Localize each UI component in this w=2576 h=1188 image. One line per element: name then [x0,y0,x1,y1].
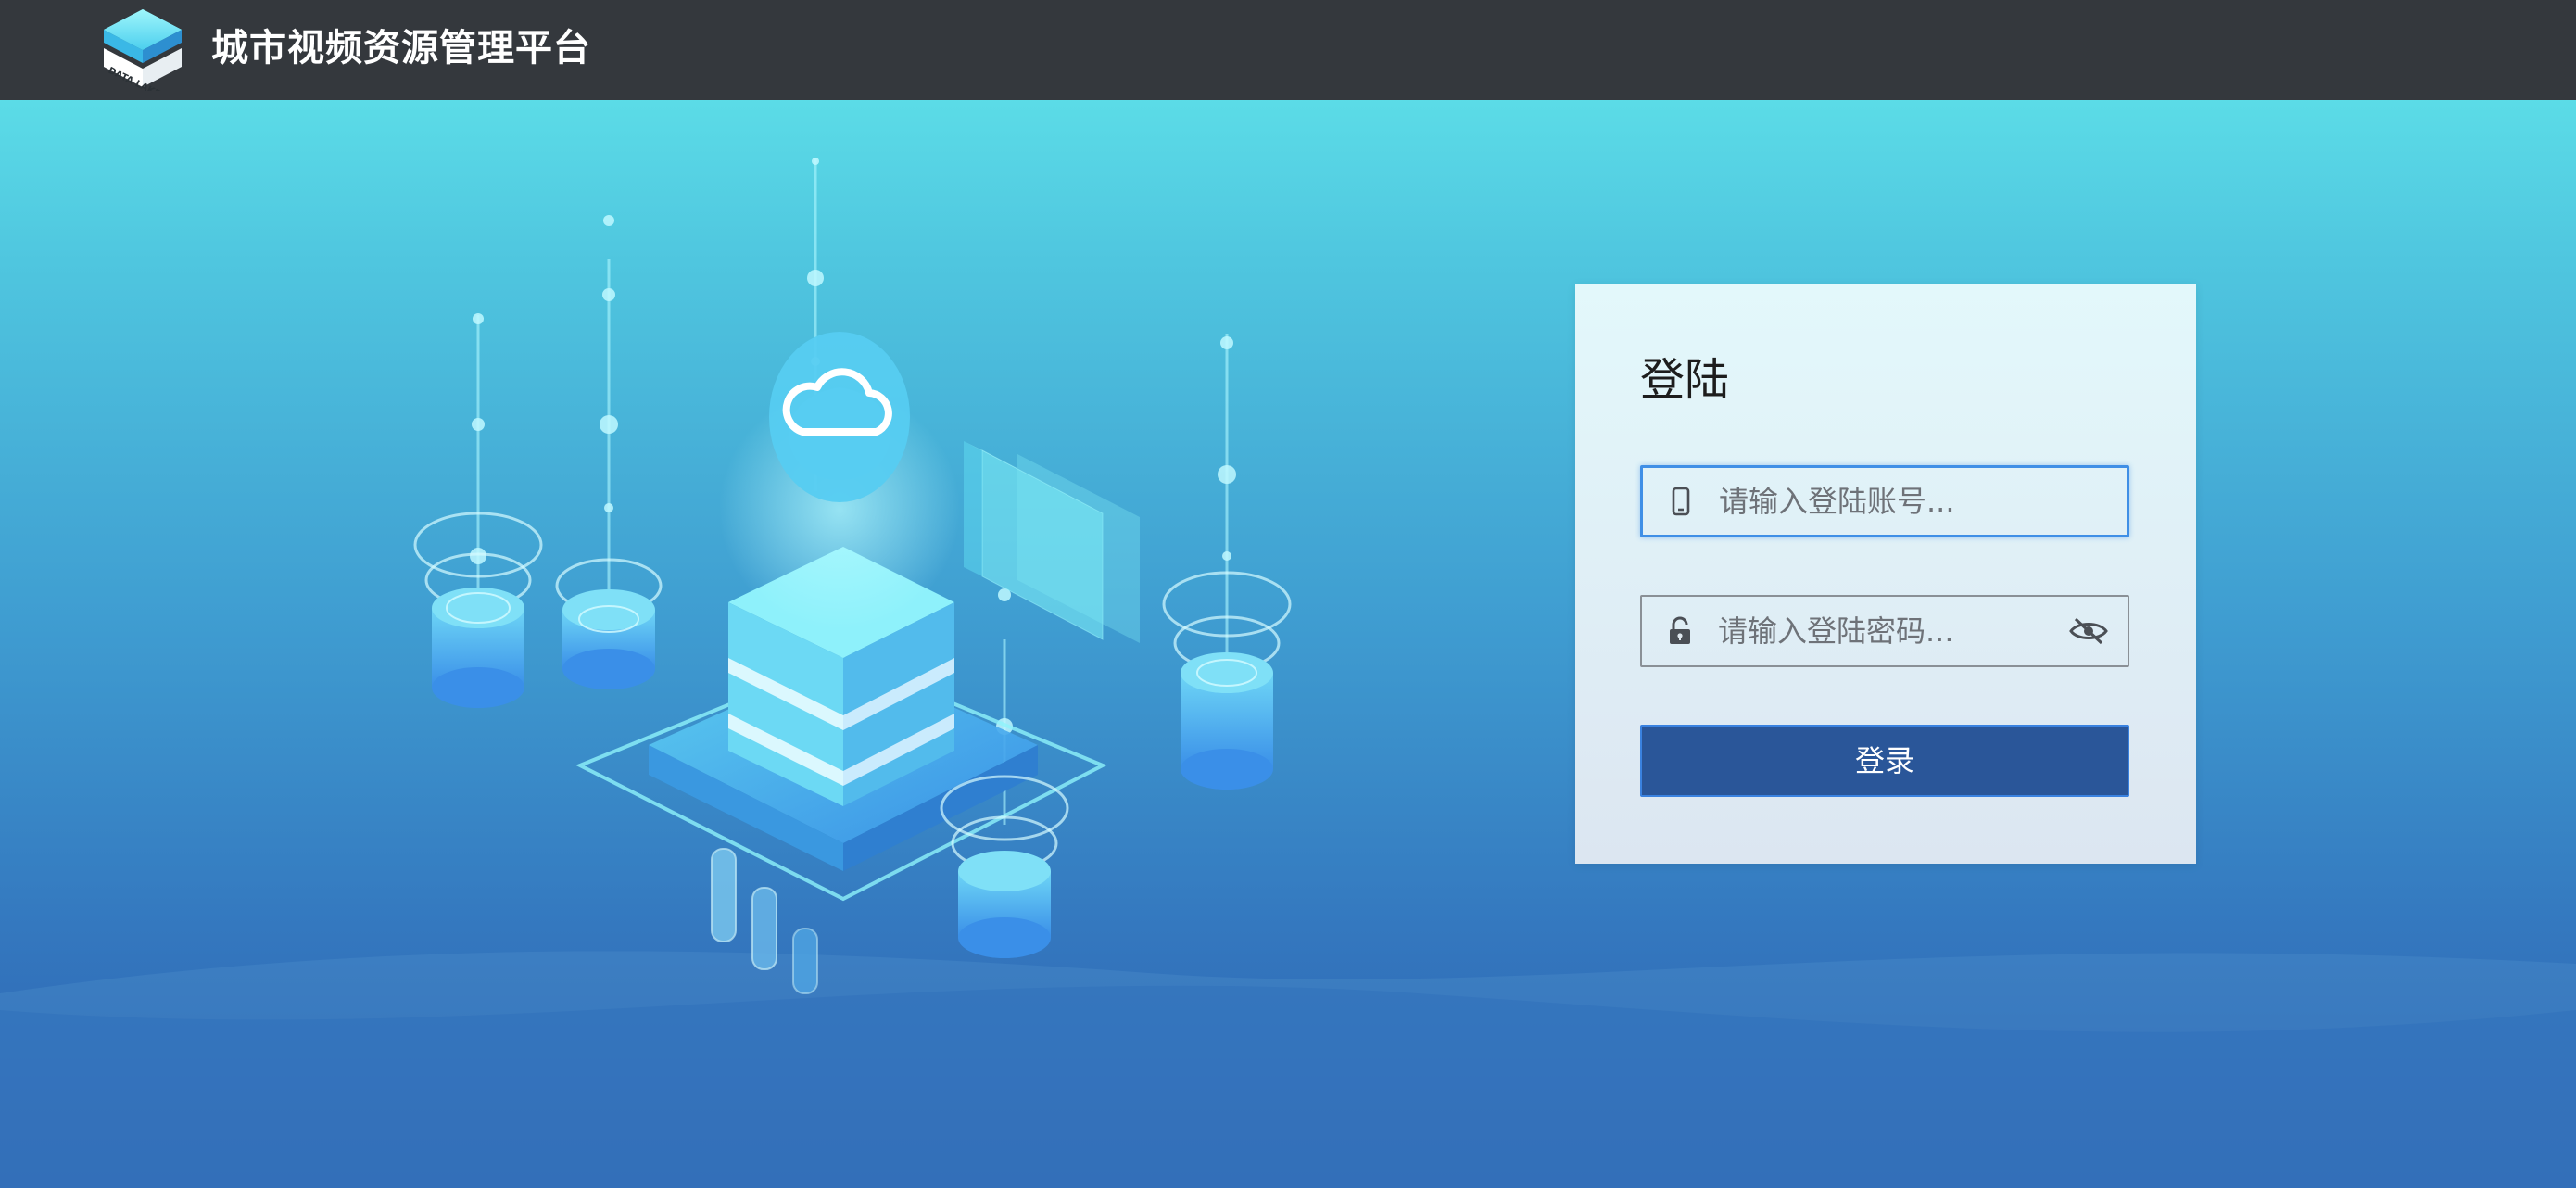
login-title: 登陆 [1640,354,1730,406]
eye-hidden-icon[interactable] [2068,615,2109,647]
login-page: DATA LAKE 城市视频资源管理平台 登陆 请输入登陆账号... 登录 [0,0,2576,1188]
login-button[interactable]: 登录 [1640,725,2129,797]
top-bar: DATA LAKE 城市视频资源管理平台 [0,0,2576,100]
account-input[interactable] [1719,468,2071,535]
data-lake-logo: DATA LAKE [104,9,182,91]
unlock-icon [1670,616,1690,644]
glass-tubes [711,848,818,994]
account-field[interactable] [1640,465,2129,537]
password-field[interactable] [1640,595,2129,667]
data-center-illustration [413,158,1292,994]
mobile-phone-icon [1672,487,1690,516]
login-card: 登陆 登录 [1575,284,2196,864]
password-input[interactable] [1718,597,2070,665]
app-title: 城市视频资源管理平台 [211,27,591,70]
